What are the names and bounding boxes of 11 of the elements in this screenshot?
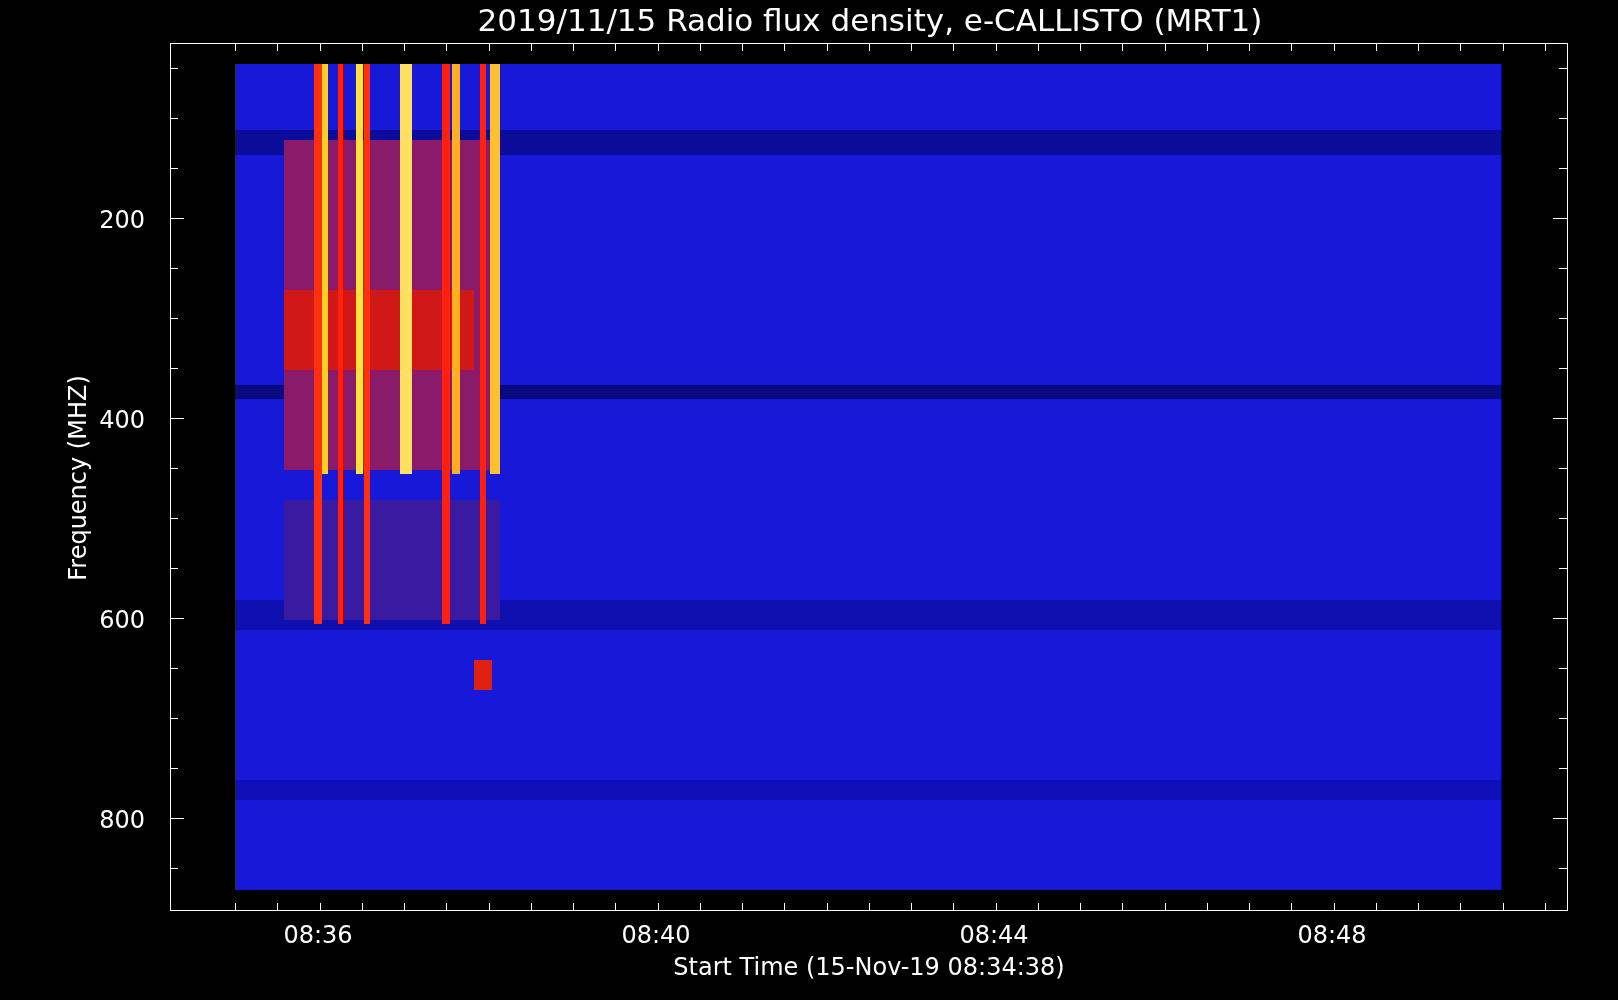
axis-tick-label: 400 [99,406,145,434]
axis-tick-label: 08:44 [959,921,1029,949]
chart-title: 2019/11/15 Radio flux density, e-CALLISTO (MRT1) [477,2,1263,38]
axis-tick-label: 800 [99,806,145,834]
axis-title: Frequency (MHZ) [64,375,92,581]
axis-tick-label: 08:48 [1297,921,1367,949]
axis-tick-label: 200 [99,206,145,234]
axis-title: Start Time (15-Nov-19 08:34:38) [673,953,1065,981]
axis-tick-label: 08:40 [621,921,691,949]
axis-tick-label: 08:36 [283,921,353,949]
axis-tick-label: 600 [99,606,145,634]
